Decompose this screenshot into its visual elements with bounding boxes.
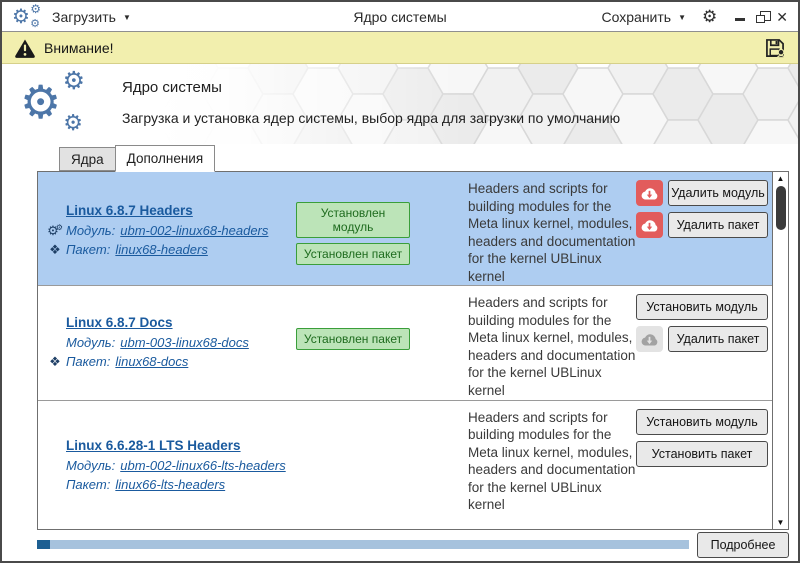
- warning-text: Внимание!: [44, 39, 114, 56]
- kernel-info: Linux 6.8.7 Headers ⚙⚙ Модуль: ubm-002-l…: [44, 172, 296, 285]
- list-item[interactable]: Linux 6.6.28-1 LTS Headers Модуль: ubm-0…: [38, 400, 772, 529]
- details-button[interactable]: Подробнее: [697, 531, 789, 558]
- module-link[interactable]: ubm-003-linux68-docs: [120, 335, 249, 350]
- scroll-up-button[interactable]: ▲: [773, 172, 788, 185]
- kernel-title-link[interactable]: Linux 6.8.7 Headers: [66, 203, 193, 218]
- kernel-description: Headers and scripts for building modules…: [468, 181, 636, 284]
- save-settings-button[interactable]: [764, 37, 786, 59]
- remove-package-button[interactable]: Удалить пакет: [668, 326, 768, 353]
- install-module-button[interactable]: Установить модуль: [636, 408, 768, 435]
- module-gears-icon: ⚙⚙: [47, 223, 63, 238]
- remove-module-button[interactable]: Удалить модуль: [668, 180, 768, 206]
- action-buttons: Установить модуль Установить пакет: [636, 401, 768, 529]
- progress-bar: [37, 540, 689, 549]
- kernel-info: Linux 6.8.7 Docs Модуль: ubm-003-linux68…: [44, 286, 296, 399]
- tab-addons[interactable]: Дополнения: [114, 145, 216, 172]
- scroll-thumb[interactable]: [775, 186, 786, 230]
- page-subtitle: Загрузка и установка ядер системы, выбор…: [122, 110, 621, 126]
- load-menu-label: Загрузить: [52, 8, 116, 25]
- kernel-info: Linux 6.6.28-1 LTS Headers Модуль: ubm-0…: [44, 401, 296, 529]
- kernel-description: Headers and scripts for building modules…: [468, 295, 636, 399]
- status-badge: Установлен пакет: [296, 328, 410, 351]
- tab-kernels[interactable]: Ядра: [59, 147, 116, 171]
- floppy-save-icon: [766, 38, 786, 58]
- module-label: Модуль:: [66, 335, 116, 351]
- module-label: Модуль:: [66, 457, 116, 473]
- settings-gear-icon[interactable]: ⚙: [702, 8, 717, 25]
- tab-strip: Ядра Дополнения: [2, 144, 798, 172]
- list-item[interactable]: Linux 6.8.7 Docs Модуль: ubm-003-linux68…: [38, 286, 772, 401]
- cloud-download-gray-icon-button[interactable]: [636, 326, 663, 353]
- package-link[interactable]: linux68-headers: [115, 242, 208, 257]
- titlebar: ⚙ ⚙ ⚙ Загрузить ▼ Ядро системы Сохранить ▼…: [2, 2, 798, 32]
- warning-triangle-icon: [15, 38, 35, 58]
- chevron-down-icon: ▼: [122, 12, 131, 22]
- hex-fade-overlay: [158, 64, 798, 144]
- cloud-download-red-icon-button[interactable]: [636, 180, 663, 206]
- save-menu-label: Сохранить: [601, 8, 672, 25]
- addons-list: Linux 6.8.7 Headers ⚙⚙ Модуль: ubm-002-l…: [37, 171, 789, 530]
- package-link[interactable]: linux68-docs: [115, 354, 188, 369]
- footer: Подробнее: [2, 530, 798, 561]
- remove-package-button[interactable]: Удалить пакет: [668, 212, 768, 238]
- package-label: Пакет:: [66, 476, 111, 492]
- app-window: ⚙ ⚙ ⚙ Загрузить ▼ Ядро системы Сохранить ▼…: [0, 0, 800, 563]
- kernel-title-link[interactable]: Linux 6.6.28-1 LTS Headers: [66, 438, 241, 453]
- status-badge: Установлен модуль: [296, 202, 410, 238]
- progress-fill: [37, 540, 51, 549]
- close-button[interactable]: ✕: [776, 10, 788, 24]
- cloud-download-red-icon-button[interactable]: [636, 212, 663, 238]
- status-badges: Установлен модуль Установлен пакет: [296, 172, 422, 285]
- package-icon: ❖: [49, 354, 61, 370]
- list-item[interactable]: Linux 6.8.7 Headers ⚙⚙ Модуль: ubm-002-l…: [38, 172, 772, 287]
- kernel-title-link[interactable]: Linux 6.8.7 Docs: [66, 315, 173, 330]
- minimize-button[interactable]: [735, 18, 746, 21]
- action-buttons: Удалить модуль Удалить пакет: [636, 172, 768, 285]
- scroll-down-button[interactable]: ▼: [773, 516, 788, 529]
- cloud-download-icon: [641, 187, 658, 200]
- cloud-download-icon: [641, 219, 658, 232]
- page-title: Ядро системы: [122, 79, 222, 96]
- kernel-gears-icon: ⚙ ⚙ ⚙: [20, 67, 85, 135]
- module-link[interactable]: ubm-002-linux68-headers: [120, 223, 268, 238]
- package-label: Пакет:: [66, 354, 111, 370]
- install-package-button[interactable]: Установить пакет: [636, 440, 768, 467]
- status-badges: Установлен пакет: [296, 286, 422, 399]
- scrollbar[interactable]: ▲ ▼: [772, 172, 788, 529]
- status-badge: Установлен пакет: [296, 243, 410, 265]
- package-link[interactable]: linux66-lts-headers: [115, 477, 225, 492]
- load-menu-button[interactable]: Загрузить ▼: [52, 9, 131, 25]
- status-badges: [296, 401, 422, 529]
- action-buttons: Установить модуль Удалить пакет: [636, 286, 768, 399]
- maximize-button[interactable]: [756, 11, 771, 23]
- warning-bar: Внимание!: [2, 32, 798, 64]
- package-icon: ❖: [49, 242, 61, 257]
- chevron-down-icon: ▼: [678, 12, 687, 22]
- kernel-description: Headers and scripts for building modules…: [468, 409, 636, 513]
- page-header: ⚙ ⚙ ⚙ Ядро системы Загрузка и установка яд…: [2, 64, 798, 144]
- install-module-button[interactable]: Установить модуль: [636, 294, 768, 321]
- module-label: Модуль:: [66, 223, 116, 238]
- package-label: Пакет:: [66, 242, 111, 257]
- app-gears-logo-icon: ⚙ ⚙ ⚙: [12, 1, 41, 30]
- module-link[interactable]: ubm-002-linux66-lts-headers: [120, 458, 285, 473]
- cloud-download-icon: [641, 334, 658, 346]
- save-menu-button[interactable]: Сохранить ▼: [602, 9, 687, 25]
